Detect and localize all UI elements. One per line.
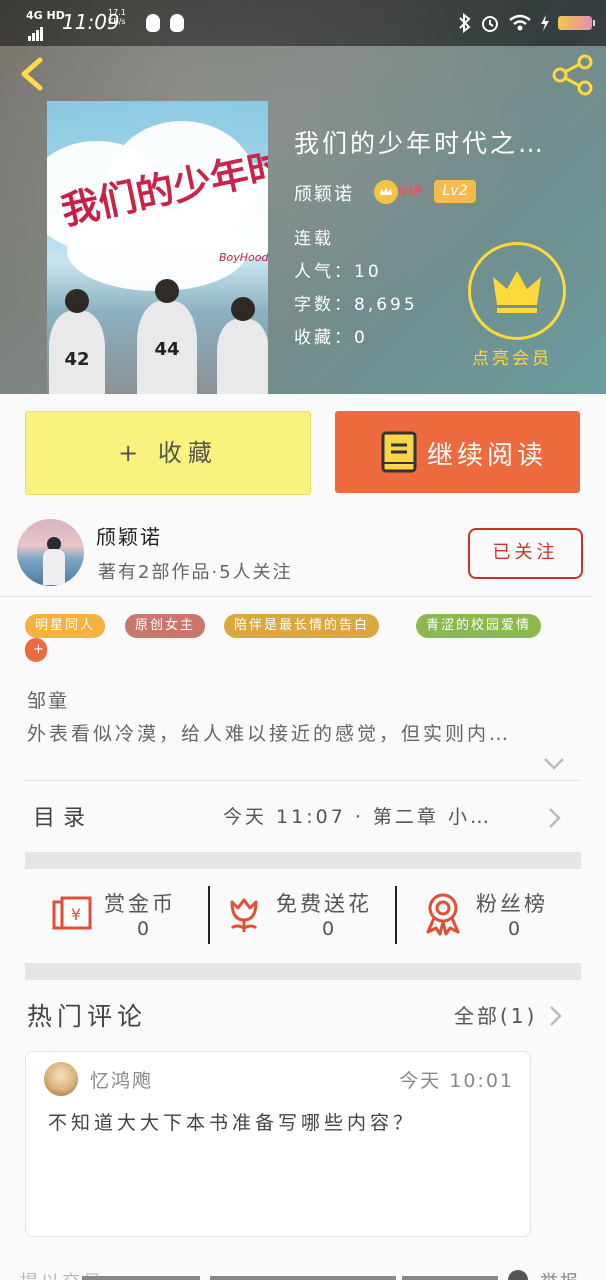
tag-item[interactable]: 原创女主 [125, 614, 206, 638]
author-stats: 著有2部作品·5人关注 [98, 562, 293, 583]
bottom-bar-partial: 提以交易 举报 [0, 1268, 606, 1280]
latest-chapter: 今天 11:07 · 第二章 小… [223, 806, 492, 828]
expand-intro-button[interactable] [542, 754, 566, 774]
book-cover-image: 我们的少年时代 BoyHood 42 44 [47, 101, 268, 394]
cover-title-text: 我们的少年时代 [57, 133, 268, 234]
cover-player: 42 [49, 289, 105, 394]
table-of-contents-row[interactable]: 目录 今天 11:07 · 第二章 小… [25, 782, 581, 850]
comment-text: 不知道大大下本书准备写哪些内容？ [48, 1112, 417, 1134]
book-icon [381, 431, 417, 473]
book-title: 我们的少年时代之… [294, 129, 547, 158]
stat-separator [208, 886, 210, 944]
add-tag-button[interactable]: + [25, 638, 47, 662]
chevron-right-icon[interactable] [548, 1004, 564, 1028]
tag-item[interactable]: 陪伴是最长情的告白 [224, 614, 380, 638]
commenter-name[interactable]: 忆鸿飑 [90, 1066, 153, 1093]
free-flower-button[interactable]: 免费送花 0 [224, 886, 409, 946]
red-envelope-icon: ¥ [52, 896, 92, 930]
svg-text:¥: ¥ [71, 905, 81, 924]
cover-player [217, 297, 268, 394]
flower-icon [230, 898, 258, 932]
medal-icon [426, 893, 460, 936]
follow-button[interactable]: 已关注 [468, 528, 583, 579]
vip-badge: VIP [374, 180, 424, 204]
share-icon [552, 54, 593, 96]
commenter-avatar[interactable] [44, 1062, 78, 1096]
signal-icon [28, 22, 44, 41]
qq-notification-icon [146, 14, 160, 32]
chevron-down-icon [544, 758, 564, 770]
share-button[interactable] [550, 52, 596, 98]
all-comments-link[interactable]: 全部(1) [454, 1000, 537, 1029]
favorites-count: 收藏：0 [294, 328, 368, 348]
alarm-icon [482, 16, 498, 32]
collect-label: + 收藏 [118, 439, 218, 467]
network-indicator: 4G HD [26, 9, 65, 22]
qq-notification-icon [170, 14, 184, 32]
clock: 11:09 [62, 10, 120, 34]
charging-icon [541, 15, 549, 31]
crown-icon [374, 180, 398, 204]
author-name[interactable]: 颀颖诺 [96, 521, 162, 550]
toc-label: 目录 [33, 806, 94, 831]
vip-label: VIP [398, 185, 423, 200]
comment-card[interactable]: 忆鸿飑 今天 10:01 不知道大大下本书准备写哪些内容？ [25, 1051, 531, 1237]
intro-text: 外表看似冷漠，给人难以接近的感觉，但实则内… [27, 723, 512, 745]
continue-reading-label: 继续阅读 [427, 441, 548, 471]
tag-item[interactable]: 明星同人 [25, 614, 106, 638]
level-badge: Lv2 [434, 180, 476, 203]
battery-icon [558, 16, 595, 30]
back-button[interactable] [14, 56, 50, 92]
member-label[interactable]: 点亮会员 [472, 344, 552, 369]
wifi-icon [509, 14, 531, 31]
popularity: 人气：10 [294, 262, 382, 282]
member-crown-button[interactable] [468, 242, 566, 340]
serial-status: 连载 [294, 229, 334, 249]
stat-separator [395, 886, 397, 944]
chevron-right-icon [549, 808, 561, 828]
intro-character-name: 邹童 [27, 690, 70, 712]
fan-ranking-button[interactable]: 粉丝榜 0 [422, 886, 606, 946]
continue-reading-button[interactable]: 继续阅读 [335, 411, 580, 493]
hot-comments-title: 热门评论 [27, 1002, 148, 1031]
header-author-name[interactable]: 颀颖诺 [294, 180, 354, 206]
chevron-left-icon [21, 57, 43, 91]
section-separator [25, 963, 581, 980]
bluetooth-icon [459, 13, 471, 33]
cover-english-text: BoyHood [219, 251, 268, 264]
cover-player: 44 [137, 279, 197, 394]
book-header: 我们的少年时代 BoyHood 42 44 我们的少年时代之… 颀颖诺 VIP … [0, 0, 606, 394]
status-bar: 4G HD 11:09 17.1 KB/s [0, 0, 606, 46]
report-button[interactable]: 举报 [540, 1268, 580, 1280]
divider [0, 596, 592, 597]
word-count: 字数：8,695 [294, 295, 418, 315]
divider [25, 780, 581, 781]
network-speed: 17.1 KB/s [108, 8, 126, 26]
crown-icon [493, 271, 541, 313]
collect-button[interactable]: + 收藏 [25, 411, 311, 495]
author-avatar[interactable] [17, 519, 84, 586]
tag-item[interactable]: 青涩的校园爱情 [416, 614, 542, 638]
section-separator [25, 852, 581, 869]
follow-label: 已关注 [492, 542, 559, 563]
comment-time: 今天 10:01 [399, 1070, 514, 1092]
